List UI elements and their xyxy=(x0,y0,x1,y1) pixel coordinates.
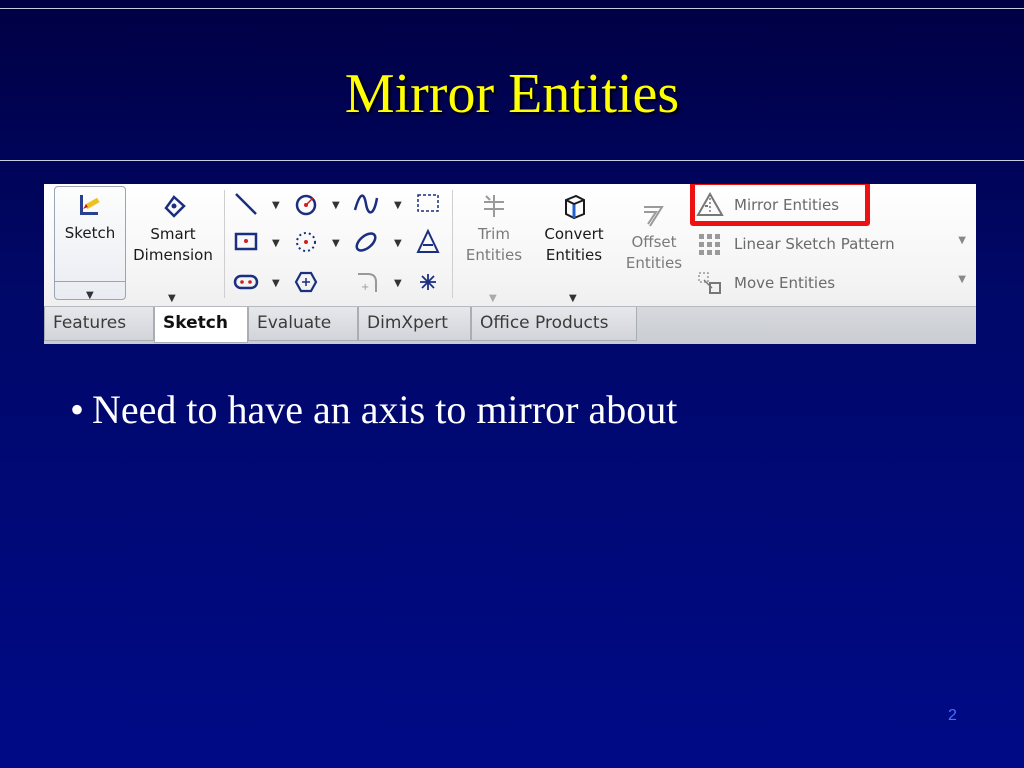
rectangle-dropdown-icon[interactable]: ▼ xyxy=(272,238,280,249)
bullet-icon: • xyxy=(70,387,85,432)
trim-icon xyxy=(480,192,508,220)
line-dropdown-icon[interactable]: ▼ xyxy=(272,200,280,211)
move-entities-command[interactable]: Move Entities ▼ xyxy=(696,270,972,296)
sketch-icon xyxy=(75,191,103,219)
linear-sketch-pattern-command[interactable]: Linear Sketch Pattern ▼ xyxy=(696,231,972,257)
tab-dimxpert[interactable]: DimXpert xyxy=(358,307,471,341)
title-divider xyxy=(0,160,1024,161)
plane-icon[interactable] xyxy=(414,190,442,218)
fillet-dropdown-icon[interactable]: ▼ xyxy=(394,278,402,289)
offset-icon xyxy=(640,202,668,230)
linear-pattern-dropdown-icon[interactable]: ▼ xyxy=(958,235,966,246)
point-icon[interactable] xyxy=(414,268,442,296)
tab-sketch[interactable]: Sketch xyxy=(154,307,248,343)
text-icon[interactable] xyxy=(414,228,442,256)
sketch-label: Sketch xyxy=(64,224,116,242)
trim-entities-label: Trim Entities xyxy=(465,225,523,264)
mirror-entities-highlight xyxy=(690,184,870,226)
slot-dropdown-icon[interactable]: ▼ xyxy=(272,278,280,289)
polygon-icon[interactable] xyxy=(292,268,320,296)
smart-dimension-icon xyxy=(160,194,188,222)
line-icon[interactable] xyxy=(232,190,260,218)
ribbon-screenshot: Sketch ▼ Smart Dimension ▼ ▼ ▼ ▼ ▼ ▼ ▼ ▼ … xyxy=(44,184,976,344)
tab-features[interactable]: Features xyxy=(44,307,154,341)
spline-dropdown-icon[interactable]: ▼ xyxy=(394,200,402,211)
convert-icon xyxy=(560,192,588,220)
sketch-split-divider xyxy=(55,281,125,282)
command-manager-tabs: Features Sketch Evaluate DimXpert Office… xyxy=(44,306,976,344)
circle-icon[interactable] xyxy=(292,190,320,218)
bullet-text: Need to have an axis to mirror about xyxy=(92,387,678,432)
tab-evaluate[interactable]: Evaluate xyxy=(248,307,358,341)
svg-text:+: + xyxy=(361,282,369,293)
rectangle-icon[interactable] xyxy=(232,228,260,256)
ellipse-dropdown-icon[interactable]: ▼ xyxy=(394,238,402,249)
spline-icon[interactable] xyxy=(352,190,380,218)
smart-dimension-label: Smart Dimension xyxy=(133,225,213,264)
slide-title: Mirror Entities xyxy=(344,63,680,125)
sketch-button[interactable]: Sketch ▼ xyxy=(54,186,126,301)
move-entities-label: Move Entities xyxy=(734,274,836,292)
bullet-item: • Need to have an axis to mirror about xyxy=(70,386,677,433)
move-entities-dropdown-icon[interactable]: ▼ xyxy=(958,274,966,285)
arc-icon[interactable] xyxy=(292,228,320,256)
page-number: 2 xyxy=(948,707,957,724)
linear-sketch-pattern-label: Linear Sketch Pattern xyxy=(734,235,895,253)
arc-dropdown-icon[interactable]: ▼ xyxy=(332,238,340,249)
circle-dropdown-icon[interactable]: ▼ xyxy=(332,200,340,211)
move-entities-icon xyxy=(696,270,724,296)
ribbon-separator xyxy=(224,190,225,298)
sketch-dropdown-icon[interactable]: ▼ xyxy=(86,285,94,306)
top-divider xyxy=(0,8,1024,9)
convert-entities-label: Convert Entities xyxy=(544,225,604,264)
linear-pattern-icon xyxy=(696,231,724,257)
tab-office-products[interactable]: Office Products xyxy=(471,307,637,341)
fillet-icon[interactable]: + xyxy=(354,268,382,296)
ribbon-separator xyxy=(452,190,453,298)
slot-icon[interactable] xyxy=(232,268,260,296)
ellipse-icon[interactable] xyxy=(352,228,380,256)
offset-entities-label: Offset Entities xyxy=(625,233,683,272)
